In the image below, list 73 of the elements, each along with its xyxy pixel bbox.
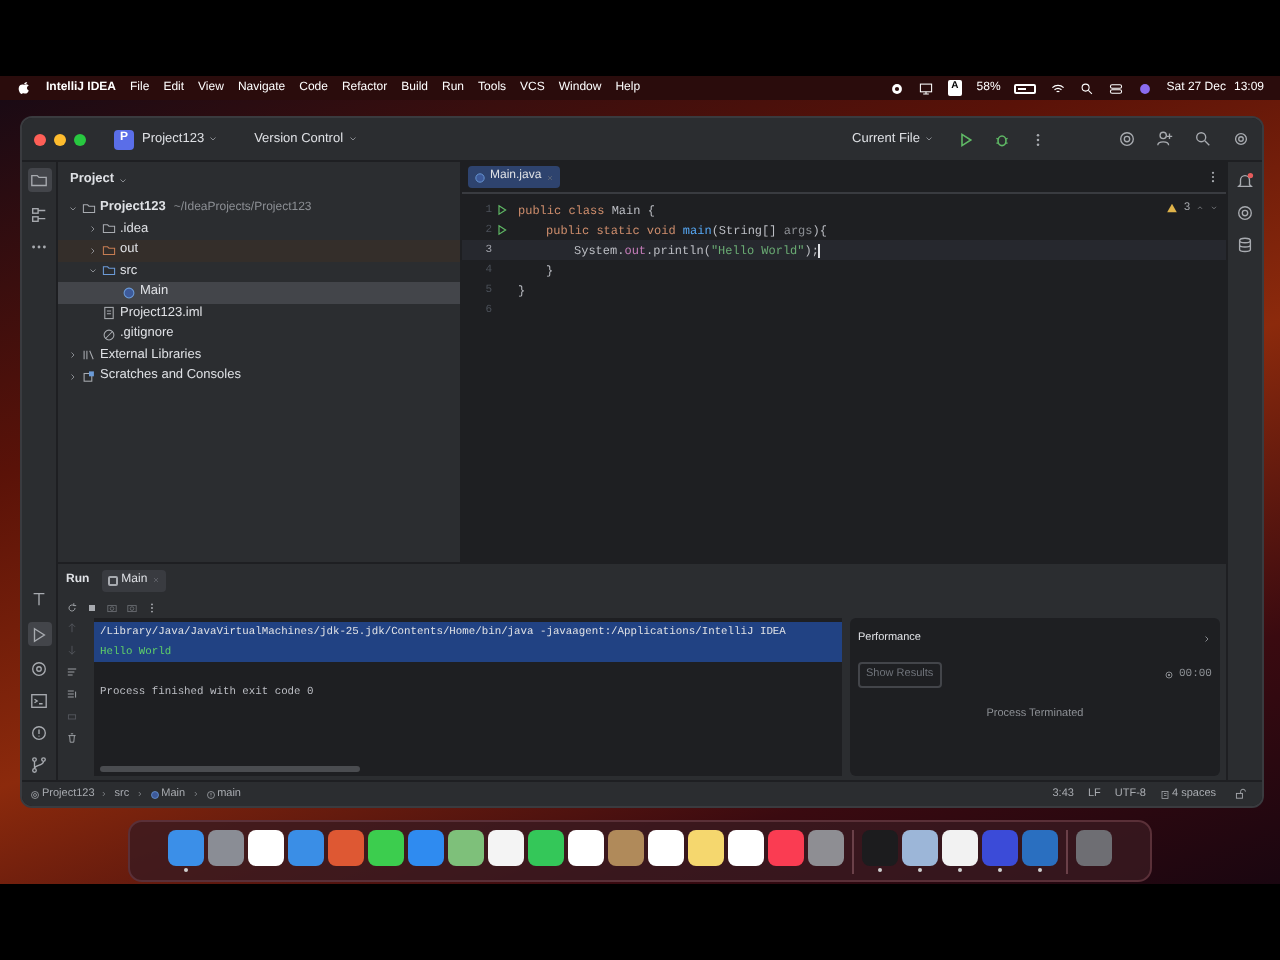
facetime-app-icon[interactable]	[528, 830, 564, 866]
add-user-icon[interactable]	[1156, 130, 1174, 148]
indent-icon	[1159, 789, 1170, 799]
run-tool-button[interactable]	[27, 622, 51, 646]
siri-icon[interactable]	[1138, 81, 1153, 95]
database-icon[interactable]	[1236, 236, 1254, 254]
calendar-app-icon[interactable]	[568, 830, 604, 866]
record-icon	[1164, 669, 1175, 680]
library-icon	[82, 348, 96, 363]
notes-app-icon[interactable]	[688, 830, 724, 866]
structure-icon[interactable]	[30, 206, 48, 224]
class-icon	[149, 789, 160, 799]
stop-icon[interactable]	[86, 601, 98, 613]
music-app-icon[interactable]	[768, 830, 804, 866]
safari-app-icon[interactable]	[288, 830, 324, 866]
console-icon	[107, 575, 118, 585]
trash-icon[interactable]	[66, 732, 78, 744]
file-icon	[102, 306, 116, 321]
lock-icon[interactable]	[1234, 788, 1246, 800]
record-icon[interactable]	[889, 81, 904, 95]
display-icon[interactable]	[917, 81, 934, 95]
reminders-app-icon[interactable]	[648, 830, 684, 866]
launchpad-app-icon[interactable]	[208, 830, 244, 866]
run-icon[interactable]	[958, 131, 974, 147]
battery-icon[interactable]	[1014, 83, 1037, 93]
bug-icon[interactable]	[994, 131, 1010, 147]
scrollbar[interactable]	[100, 766, 360, 772]
text-cursor	[818, 243, 821, 257]
warning-icon	[1165, 202, 1178, 215]
photos-app-icon[interactable]	[488, 830, 524, 866]
finder-app-icon[interactable]	[168, 830, 204, 866]
dock-divider	[1066, 829, 1068, 873]
duckduckgo-app-icon[interactable]	[328, 830, 364, 866]
git-icon[interactable]	[30, 756, 48, 774]
assistant-icon[interactable]	[1118, 130, 1136, 148]
control-center-icon[interactable]	[1108, 81, 1125, 95]
apple-icon[interactable]	[16, 80, 32, 96]
search-icon[interactable]	[1194, 130, 1212, 148]
soft-wrap-icon[interactable]	[66, 666, 78, 678]
trash-app-icon[interactable]	[1076, 830, 1112, 866]
contacts-app-icon[interactable]	[608, 830, 644, 866]
ignore-file-icon	[102, 327, 116, 342]
preview-app-icon[interactable]	[902, 830, 938, 866]
services-icon[interactable]	[30, 660, 48, 678]
close-button[interactable]	[34, 133, 46, 145]
maps-app-icon[interactable]	[448, 830, 484, 866]
zoom-button[interactable]	[74, 133, 86, 145]
quicktime-app-icon[interactable]	[1022, 830, 1058, 866]
class-icon	[122, 285, 136, 300]
textedit-app-icon[interactable]	[942, 830, 978, 866]
module-icon	[82, 201, 96, 216]
settings-app-icon[interactable]	[808, 830, 844, 866]
problems-icon[interactable]	[30, 724, 48, 742]
minimize-button[interactable]	[54, 133, 66, 145]
scratch-icon	[82, 369, 96, 384]
text-icon[interactable]	[30, 590, 48, 608]
rerun-icon[interactable]	[66, 601, 78, 613]
mail-app-icon[interactable]	[408, 830, 444, 866]
project-tool-button[interactable]	[27, 168, 51, 192]
wifi-icon[interactable]	[1050, 81, 1067, 95]
method-icon	[205, 789, 216, 799]
search-icon[interactable]	[1080, 81, 1095, 95]
play-icon	[30, 625, 48, 643]
folder-icon	[30, 171, 48, 189]
terminal-icon[interactable]	[30, 692, 48, 710]
vscode-app-icon[interactable]	[248, 830, 284, 866]
messages-app-icon[interactable]	[368, 830, 404, 866]
module-icon	[30, 789, 40, 799]
scroll-end-icon[interactable]	[66, 688, 78, 700]
freeform-app-icon[interactable]	[728, 830, 764, 866]
class-icon	[474, 171, 486, 183]
bell-icon[interactable]	[1236, 172, 1254, 190]
dock-divider	[852, 829, 854, 873]
